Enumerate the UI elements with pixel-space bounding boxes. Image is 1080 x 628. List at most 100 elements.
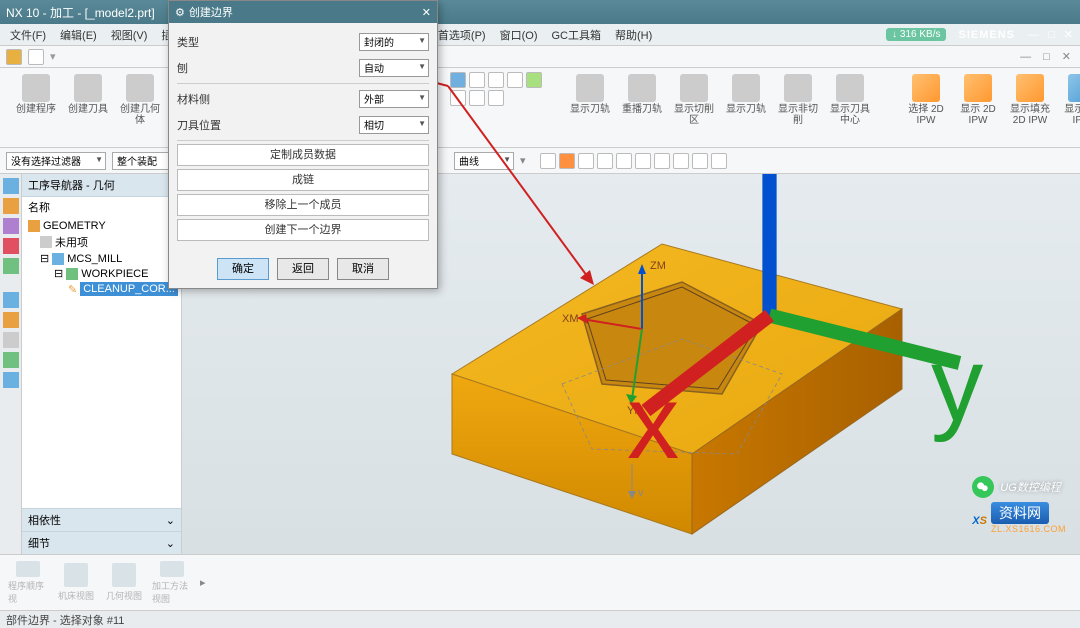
snap-icon-8[interactable] [673,153,689,169]
tree-cleanup[interactable]: ✎CLEANUP_COR... [26,281,177,297]
inner-restore-icon[interactable]: □ [1043,51,1050,63]
tree-geometry[interactable]: GEOMETRY [26,219,177,233]
create-next-button[interactable]: 创建下一个边界 [177,219,429,241]
show-toolcenter-button[interactable]: 显示刀具中心 [826,72,874,136]
nav-tree[interactable]: GEOMETRY 未用项 ⊟MCS_MILL ⊟WORKPIECE ✎CLEAN… [22,217,181,299]
dialog-title-text: 创建边界 [189,4,233,20]
strip-7-icon[interactable] [3,312,19,328]
show-path2-button[interactable]: 显示刀轨 [722,72,770,136]
chain-button[interactable]: 成链 [177,169,429,191]
snap-icon-3[interactable] [578,153,594,169]
back-button[interactable]: 返回 [277,258,329,280]
gear-icon: ⚙ [175,6,185,19]
tool-select[interactable]: 相切 [359,116,429,134]
show-fill2dipw-button[interactable]: 显示填充 2D IPW [1006,72,1054,136]
menu-gc[interactable]: GC工具箱 [545,25,607,45]
mini-icon-2[interactable] [469,72,485,88]
thumb-method[interactable]: 加工方法视图 [152,561,192,605]
dialog-titlebar[interactable]: ⚙ 创建边界 ✕ [169,1,437,23]
axis-triad: z y x [368,174,1080,458]
speed-badge: ↓ 316 KB/s [886,28,946,41]
close-window-icon[interactable]: ✕ [1064,29,1073,41]
strip-meth-icon[interactable] [3,258,19,274]
menu-help[interactable]: 帮助(H) [609,25,658,45]
strip-ops-icon[interactable] [3,198,19,214]
cancel-button[interactable]: 取消 [337,258,389,280]
maximize-icon[interactable]: □ [1048,29,1055,41]
mini-icon-5[interactable] [526,72,542,88]
select-2dipw-button[interactable]: 选择 2D IPW [902,72,950,136]
snap-icon-4[interactable] [597,153,613,169]
create-boundary-dialog: ⚙ 创建边界 ✕ 类型 封闭的 刨 自动 材料侧 外部 刀具位置 相切 定制成员… [168,0,438,289]
quick-toolbar: ▾ — □ ✕ [0,46,1080,68]
create-geometry-button[interactable]: 创建几何体 [116,72,164,136]
operation-navigator: 工序导航器 - 几何 名称 GEOMETRY 未用项 ⊟MCS_MILL ⊟WO… [22,174,182,554]
menu-window[interactable]: 窗口(O) [494,25,544,45]
side-icon-strip [0,174,22,554]
custom-member-button[interactable]: 定制成员数据 [177,144,429,166]
thumb-geometry[interactable]: 几何视图 [104,561,144,605]
snap-icon-6[interactable] [635,153,651,169]
mini-icon-3[interactable] [488,72,504,88]
plane-select[interactable]: 自动 [359,59,429,77]
create-tool-button[interactable]: 创建刀具 [64,72,112,136]
replay-toolpath-button[interactable]: 重播刀轨 [618,72,666,136]
close-icon[interactable]: ✕ [422,6,431,19]
show-toolpath-button[interactable]: 显示刀轨 [566,72,614,136]
snap-icon-9[interactable] [692,153,708,169]
watermark: UG数控编程 XS 资料网 ZL.XS1616.COM [972,476,1066,534]
menu-view[interactable]: 视图(V) [105,25,154,45]
strip-mt-icon[interactable] [3,218,19,234]
menu-file[interactable]: 文件(F) [4,25,52,45]
menu-edit[interactable]: 编辑(E) [54,25,103,45]
show-cutarea-button[interactable]: 显示切削区 [670,72,718,136]
snap-icon-2[interactable] [559,153,575,169]
mini-icon-4[interactable] [507,72,523,88]
snap-icon-1[interactable] [540,153,556,169]
selection-filter-bar: 没有选择过滤器 整个装配 曲线 ▾ [0,148,1080,174]
svg-text:z: z [789,174,841,177]
strip-geo-icon[interactable] [3,238,19,254]
mini-icon-6[interactable] [450,90,466,106]
app-title: NX 10 - 加工 - [_model2.prt] [6,4,1074,21]
snap-icon-7[interactable] [654,153,670,169]
selection-filter-select[interactable]: 没有选择过滤器 [6,152,106,170]
thumb-program[interactable]: 程序顺序视 [8,561,48,605]
svg-text:v: v [638,487,644,499]
menu-prefs[interactable]: 首选项(P) [432,25,492,45]
tree-workpiece[interactable]: ⊟WORKPIECE [26,266,177,281]
strip-8-icon[interactable] [3,332,19,348]
save-icon[interactable] [28,49,44,65]
tree-unused[interactable]: 未用项 [26,233,177,251]
open-icon[interactable] [6,49,22,65]
inner-minimize-icon[interactable]: — [1020,51,1031,63]
nav-detail-tab[interactable]: 细节⌄ [22,531,181,554]
snap-icon-10[interactable] [711,153,727,169]
minimize-icon[interactable]: — [1028,29,1039,41]
curve-filter-select[interactable]: 曲线 [454,152,514,170]
snap-icon-5[interactable] [616,153,632,169]
material-select[interactable]: 外部 [359,90,429,108]
nav-dependency-tab[interactable]: 相依性⌄ [22,508,181,531]
show-noncut-button[interactable]: 显示非切削 [774,72,822,136]
strip-10-icon[interactable] [3,372,19,388]
create-program-button[interactable]: 创建程序 [12,72,60,136]
mini-icon-8[interactable] [488,90,504,106]
remove-member-button[interactable]: 移除上一个成员 [177,194,429,216]
inner-close-icon[interactable]: ✕ [1062,50,1071,63]
ribbon: 创建程序 创建刀具 创建几何体 显示刀轨 重播刀轨 显示切削区 显示刀轨 显示非… [0,68,1080,148]
strip-nav-icon[interactable] [3,178,19,194]
svg-text:y: y [931,326,984,443]
strip-9-icon[interactable] [3,352,19,368]
thumb-machine[interactable]: 机床视图 [56,561,96,605]
tree-mcs[interactable]: ⊟MCS_MILL [26,251,177,266]
roughing-icon[interactable] [450,72,466,88]
show-2dipw-button[interactable]: 显示 2D IPW [954,72,1002,136]
wechat-icon [972,476,994,498]
strip-6-icon[interactable] [3,292,19,308]
mini-icon-7[interactable] [469,90,485,106]
nav-header: 工序导航器 - 几何 [22,174,181,197]
show-3dipw-button[interactable]: 显示 3D IPW [1058,72,1080,136]
type-select[interactable]: 封闭的 [359,33,429,51]
ok-button[interactable]: 确定 [217,258,269,280]
